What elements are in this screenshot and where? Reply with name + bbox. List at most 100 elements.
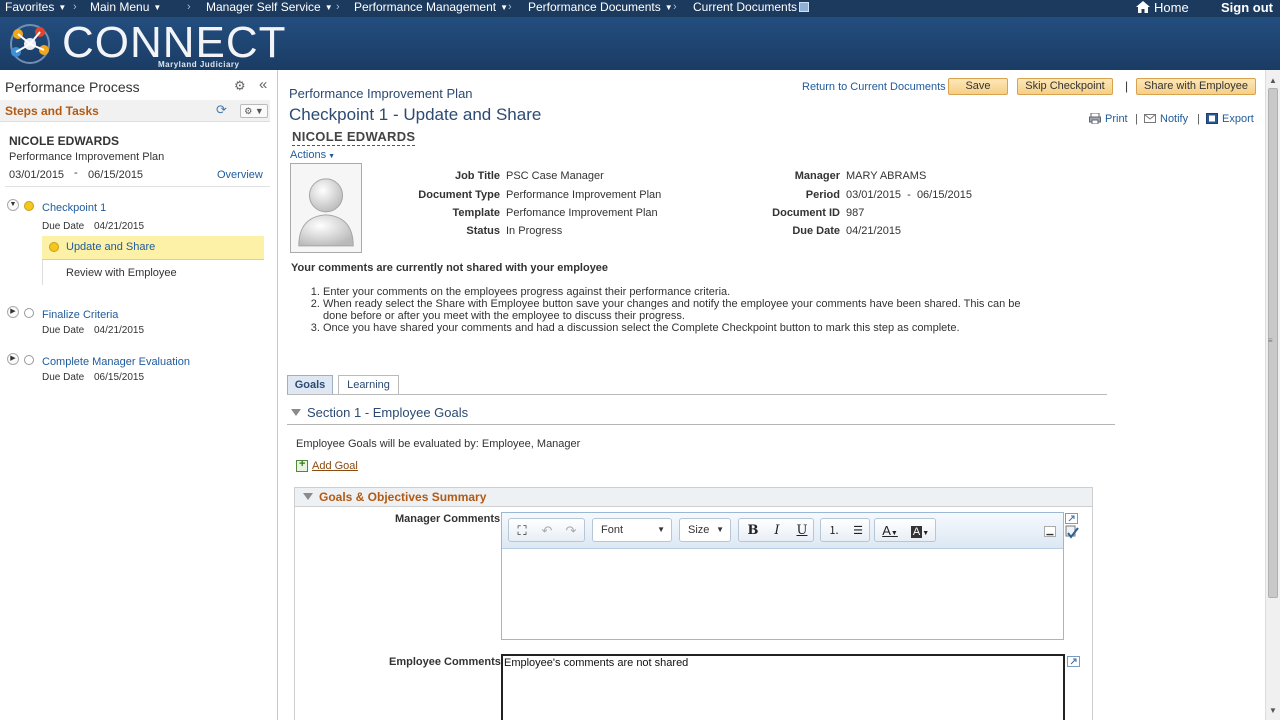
scroll-down-arrow-icon[interactable]: ▼ [1269,706,1277,715]
period-value: 03/01/2015 - 06/15/2015 [846,189,972,201]
toolbar-group-format: B I U [738,518,814,542]
status-value: In Progress [506,225,563,237]
employee-comments-field[interactable]: Employee's comments are not shared [501,654,1065,720]
chevron-down-icon: ▼ [153,3,162,12]
step-status-in-progress-icon [49,242,59,252]
step-status-in-progress-icon [24,201,34,211]
status-label: Status [466,225,500,237]
page-title: Checkpoint 1 - Update and Share [289,105,542,124]
document-id-value: 987 [846,207,865,219]
document-id-label: Document ID [772,207,840,219]
maximize-icon[interactable]: ⛶ [513,523,531,539]
period-end: 06/15/2015 [88,169,144,181]
toolbar-group-history: ⛶ ↶ ↷ [508,518,585,542]
steps-and-tasks-header: Steps and Tasks ⟳ ⚙ ▼ [0,100,270,122]
gear-icon[interactable]: ⚙ [234,78,246,94]
employee-name-link[interactable]: NICOLE EDWARDS [292,129,416,146]
font-select[interactable]: Font ▼ [592,518,672,542]
chevron-down-icon: ▼ [890,530,898,537]
substep-update-and-share[interactable]: Update and Share [42,236,264,260]
goals-summary-header[interactable]: Goals & Objectives Summary [295,488,1092,507]
undo-icon[interactable]: ↶ [538,523,556,539]
toolbar-group-lists: ⒈ ☰ [820,518,870,542]
expand-step-toggle[interactable]: ▶ [7,353,19,365]
substep-label: Update and Share [66,241,156,253]
separator: | [1125,79,1129,93]
nav-favorites[interactable]: Favorites ▼ [5,0,66,17]
separator: | [1135,113,1138,125]
collapse-triangle-icon [291,409,301,416]
job-title-label: Job Title [454,170,500,182]
expand-window-icon[interactable] [1067,656,1080,667]
nav-manager-self-service[interactable]: Manager Self Service ▼ [206,0,333,17]
steps-options-menu[interactable]: ⚙ ▼ [240,104,268,118]
actions-menu[interactable]: Actions ▼ [290,149,335,161]
search-icon[interactable] [799,2,810,12]
collapse-panel-icon[interactable]: « [259,76,267,93]
connect-logo-icon [10,24,50,64]
text-color-button[interactable]: A▼ [878,523,902,539]
nav-main-menu[interactable]: Main Menu ▼ [90,0,161,17]
vertical-scrollbar[interactable]: ▲ ≡ ▼ [1265,70,1280,720]
numbered-list-icon[interactable]: ⒈ [825,523,843,539]
save-button[interactable]: Save [948,78,1008,95]
instruction-item: Enter your comments on the employees pro… [323,286,1047,298]
instruction-item: Once you have shared your comments and h… [323,322,1047,334]
sign-out-link[interactable]: Sign out [1221,0,1273,17]
underline-button[interactable]: U [793,523,811,539]
spell-check-icon[interactable] [1065,525,1079,539]
breadcrumb-separator: › [187,1,191,13]
italic-button[interactable]: I [768,523,786,539]
tab-goals[interactable]: Goals [287,375,333,394]
chevron-down-icon: ▼ [328,153,336,160]
manager-value: MARY ABRAMS [846,170,927,182]
scroll-up-arrow-icon[interactable]: ▲ [1269,76,1277,85]
nav-current-documents[interactable]: Current Documents [693,0,810,17]
bulleted-list-icon[interactable]: ☰ [849,523,867,539]
expand-window-icon[interactable] [1065,513,1078,524]
due-date-label: Due Date [792,225,840,237]
substep-review-with-employee[interactable]: Review with Employee [66,267,177,279]
envelope-icon [1144,114,1156,123]
step-link-checkpoint-1[interactable]: Checkpoint 1 [42,202,106,214]
collapse-toolbar-icon[interactable]: ▁ [1044,526,1056,537]
size-select[interactable]: Size ▼ [679,518,731,542]
document-type-label: Document Type [418,189,500,201]
performance-process-panel: Performance Process ⚙ « Steps and Tasks … [0,70,278,720]
chevron-down-icon: ▼ [500,3,508,12]
collapse-step-toggle[interactable]: ▼ [7,199,19,211]
evaluated-by-text: Employee Goals will be evaluated by: Emp… [296,438,581,450]
tab-learning[interactable]: Learning [338,375,399,394]
expand-step-toggle[interactable]: ▶ [7,306,19,318]
redo-icon[interactable]: ↷ [562,523,580,539]
return-to-current-documents-link[interactable]: Return to Current Documents [802,81,946,93]
step-link-finalize-criteria[interactable]: Finalize Criteria [42,309,118,321]
employee-name: NICOLE EDWARDS [9,134,120,148]
bold-button[interactable]: B [744,523,762,539]
step-link-complete-manager-evaluation[interactable]: Complete Manager Evaluation [42,356,190,368]
skip-checkpoint-button[interactable]: Skip Checkpoint [1017,78,1113,95]
add-icon [296,458,308,472]
nav-performance-documents[interactable]: Performance Documents ▼ [528,0,673,17]
document-type-value: Performance Improvement Plan [506,189,662,201]
refresh-icon[interactable]: ⟳ [216,102,227,118]
home-link[interactable]: Home [1136,0,1189,17]
notify-link[interactable]: Notify [1144,113,1188,125]
substep-connector [42,260,43,285]
section-header[interactable]: Section 1 - Employee Goals [291,405,468,420]
background-color-button[interactable]: A ▼ [908,523,932,539]
chevron-down-icon: ▼ [922,530,930,537]
manager-comments-label: Manager Comments [395,513,501,525]
overview-link[interactable]: Overview [217,169,263,181]
divider [5,186,270,187]
print-link[interactable]: Print [1089,113,1128,125]
breadcrumb-separator: › [673,1,677,13]
nav-performance-management[interactable]: Performance Management ▼ [354,0,508,17]
export-link[interactable]: Export [1206,113,1254,125]
period-start: 03/01/2015 [9,169,65,181]
manager-comments-editor[interactable]: ⛶ ↶ ↷ Font ▼ Size ▼ B I U ⒈ ☰ A▼ A ▼ ▁ [501,512,1064,640]
share-with-employee-button[interactable]: Share with Employee [1136,78,1256,95]
step-status-not-started-icon [24,308,34,318]
person-silhouette-icon [298,178,354,247]
add-goal-link[interactable]: Add Goal [296,458,358,472]
